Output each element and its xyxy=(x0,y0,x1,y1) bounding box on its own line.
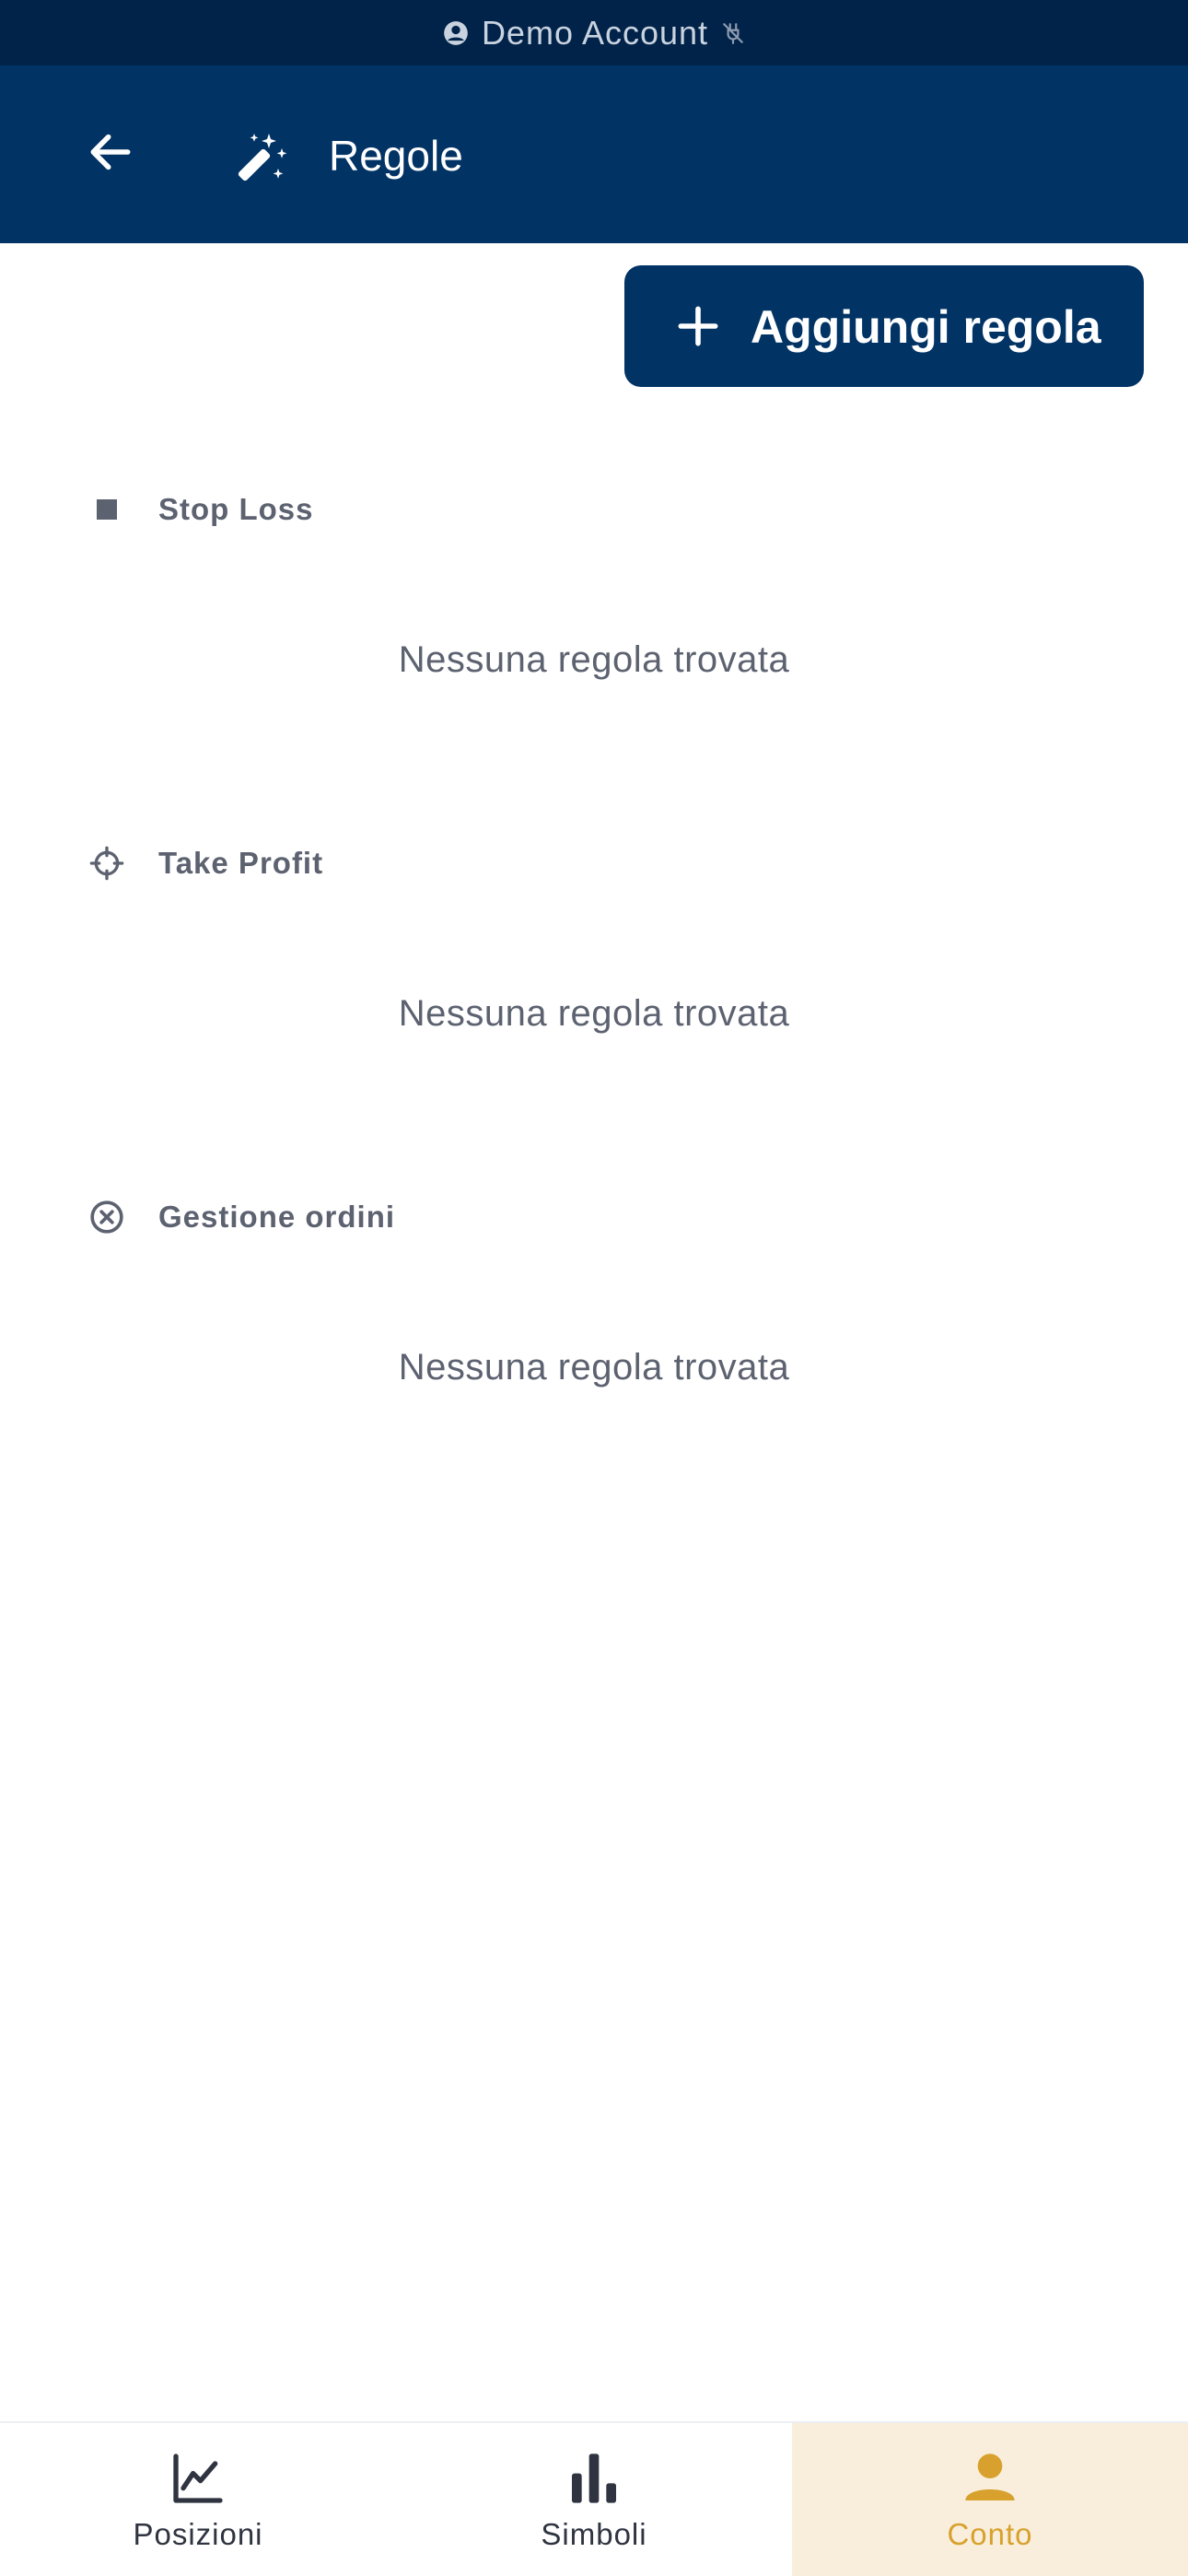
bar-chart-icon xyxy=(565,2449,623,2508)
plus-icon xyxy=(672,300,724,352)
section-title: Stop Loss xyxy=(158,492,314,526)
nav-item-positions[interactable]: Posizioni xyxy=(0,2423,396,2576)
nav-item-symbols[interactable]: Simboli xyxy=(396,2423,792,2576)
stop-square-icon xyxy=(88,491,125,528)
rules-screen: Demo Account Regole Aggiungi regola Stop… xyxy=(0,0,1188,2576)
section-stop-loss: Stop Loss xyxy=(88,482,314,537)
app-header: Regole xyxy=(0,65,1188,243)
section-order-management: Gestione ordini xyxy=(88,1189,395,1245)
page-title: Regole xyxy=(329,132,463,180)
close-circle-icon xyxy=(88,1199,125,1235)
person-icon xyxy=(961,2449,1019,2508)
account-label: Demo Account xyxy=(481,13,709,52)
crosshair-icon xyxy=(88,845,125,882)
arrow-left-icon xyxy=(85,126,136,182)
section-title: Take Profit xyxy=(158,846,324,880)
nav-label: Posizioni xyxy=(133,2517,263,2551)
signal-off-icon xyxy=(721,21,745,45)
empty-state-text: Nessuna regola trovata xyxy=(398,1347,790,1388)
bottom-navigation: Posizioni Simboli Conto xyxy=(0,2421,1188,2576)
line-chart-icon xyxy=(169,2449,227,2508)
nav-label: Conto xyxy=(947,2517,1033,2551)
section-take-profit: Take Profit xyxy=(88,836,323,891)
nav-label: Simboli xyxy=(541,2517,647,2551)
demo-account-strip: Demo Account xyxy=(0,0,1188,65)
user-circle-icon xyxy=(443,20,469,46)
empty-state-text: Nessuna regola trovata xyxy=(398,639,790,680)
add-rule-label: Aggiungi regola xyxy=(751,301,1101,353)
nav-item-account[interactable]: Conto xyxy=(792,2423,1188,2576)
section-title: Gestione ordini xyxy=(158,1200,396,1234)
back-button[interactable] xyxy=(81,124,140,183)
empty-state-text: Nessuna regola trovata xyxy=(398,993,790,1034)
magic-wand-icon xyxy=(230,128,289,187)
add-rule-button[interactable]: Aggiungi regola xyxy=(624,265,1144,387)
